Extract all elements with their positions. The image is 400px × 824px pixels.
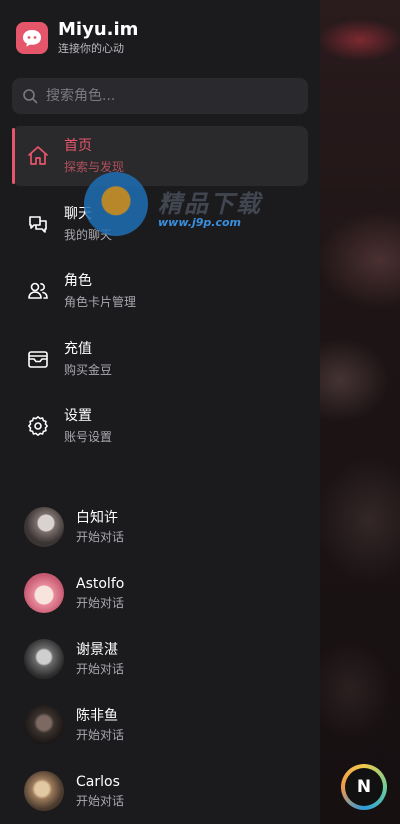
logo-icon xyxy=(16,22,48,54)
avatar xyxy=(24,771,64,811)
app-title: Miyu.im xyxy=(58,19,139,40)
character-action: 开始对话 xyxy=(76,662,125,676)
character-item[interactable]: Carlos 开始对话 xyxy=(24,758,304,824)
nav-label: 充值 xyxy=(64,340,92,357)
character-item[interactable]: 白知许 开始对话 xyxy=(24,494,304,560)
character-item[interactable]: 陈非鱼 开始对话 xyxy=(24,692,304,758)
nav-label: 角色 xyxy=(64,273,92,289)
avatar xyxy=(24,639,64,679)
character-name: 谢景湛 xyxy=(76,642,118,658)
character-name: Astolfo xyxy=(76,576,125,592)
character-action: 开始对话 xyxy=(76,794,125,808)
nav-label: 首页 xyxy=(64,138,92,154)
character-action: 开始对话 xyxy=(76,728,125,742)
nav-sublabel: 我的聊天 xyxy=(64,227,113,242)
character-action: 开始对话 xyxy=(76,530,125,544)
nav-label: 设置 xyxy=(64,408,92,424)
search-bar[interactable] xyxy=(12,78,308,114)
nav-sublabel: 角色卡片管理 xyxy=(64,295,137,309)
nav-item-characters[interactable]: 角色 角色卡片管理 xyxy=(12,261,308,321)
character-name: 白知许 xyxy=(76,510,118,526)
home-icon xyxy=(26,144,50,168)
brand[interactable]: Miyu.im 连接你的心动 xyxy=(16,20,138,56)
dev-badge-label: N xyxy=(345,768,383,806)
nav-item-chat[interactable]: 聊天 我的聊天 xyxy=(12,194,308,254)
search-input[interactable] xyxy=(46,88,286,104)
app-tagline: 连接你的心动 xyxy=(58,42,124,55)
nav-sublabel: 探索与发现 xyxy=(64,160,125,174)
sidebar: Miyu.im 连接你的心动 首页 探索与发现 聊天 我的聊天 xyxy=(0,0,320,824)
character-name: Carlos xyxy=(76,774,120,790)
recent-characters: 白知许 开始对话 Astolfo 开始对话 谢景湛 开始对话 陈非鱼 开始对话 xyxy=(24,494,304,824)
nav-item-home[interactable]: 首页 探索与发现 xyxy=(12,126,308,186)
character-item[interactable]: 谢景湛 开始对话 xyxy=(24,626,304,692)
dev-badge-button[interactable]: N xyxy=(341,764,387,810)
gear-icon xyxy=(26,414,50,438)
avatar xyxy=(24,507,64,547)
wallet-icon xyxy=(26,347,50,371)
nav-item-recharge[interactable]: 充值 购买金豆 xyxy=(12,329,308,389)
nav-label: 聊天 xyxy=(64,205,92,222)
nav-sublabel: 购买金豆 xyxy=(64,362,113,377)
chat-icon xyxy=(26,212,50,236)
avatar xyxy=(24,705,64,745)
search-icon xyxy=(23,89,38,104)
character-name: 陈非鱼 xyxy=(76,708,118,724)
nav-sublabel: 账号设置 xyxy=(64,430,113,444)
avatar xyxy=(24,573,64,613)
character-item[interactable]: Astolfo 开始对话 xyxy=(24,560,304,626)
nav-item-settings[interactable]: 设置 账号设置 xyxy=(12,396,308,456)
users-icon xyxy=(26,279,50,303)
main-nav: 首页 探索与发现 聊天 我的聊天 角色 角色卡片管理 充值 购买金豆 设置 账号… xyxy=(12,126,308,464)
character-action: 开始对话 xyxy=(76,596,125,610)
